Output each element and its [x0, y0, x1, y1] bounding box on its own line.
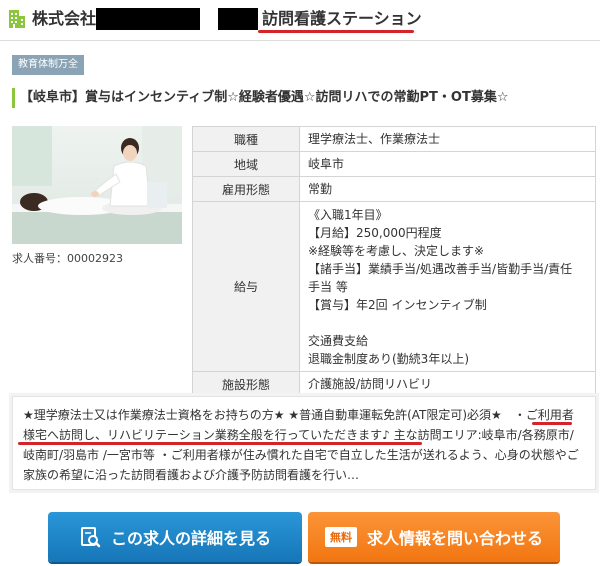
row-value: 常勤 [299, 176, 596, 202]
table-row: 施設形態 介護施設/訪問リハビリ [192, 371, 596, 397]
row-value: 岐阜市 [299, 151, 596, 177]
salary-line: 【賞与】年2回 インセンティブ制 [308, 297, 487, 312]
view-details-button[interactable]: この求人の詳細を見る [48, 512, 302, 562]
page-header: 株式会社 訪問看護ステーション [0, 0, 600, 40]
row-label: 雇用形態 [192, 176, 300, 202]
table-row: 地域 岐阜市 [192, 151, 596, 177]
salary-line: ※経験等を考慮し、決定します※ [308, 243, 485, 258]
salary-line: 【月給】250,000円程度 [308, 225, 442, 240]
company-prefix: 株式会社 [32, 9, 97, 28]
inquire-button[interactable]: 無料 求人情報を問い合わせる [308, 512, 560, 562]
table-row: 雇用形態 常勤 [192, 176, 596, 202]
feature-badge: 教育体制万全 [12, 55, 84, 75]
station-name[interactable]: 訪問看護ステーション [262, 8, 422, 30]
job-title[interactable]: 【岐阜市】賞与はインセンティブ制☆経験者優遇☆訪問リハでの常勤PT・OT募集☆ [20, 88, 509, 108]
job-info-table: 職種 理学療法士、作業療法士 地域 岐阜市 雇用形態 常勤 給与 《入職1年目》… [192, 126, 596, 397]
document-search-icon [80, 527, 101, 548]
job-number: 求人番号：00002923 [12, 252, 123, 265]
row-value: 理学療法士、作業療法士 [299, 126, 596, 152]
redaction-block [96, 8, 200, 30]
table-row: 職種 理学療法士、作業療法士 [192, 126, 596, 152]
salary-line: 交通費支給 [308, 333, 369, 348]
inquire-label: 求人情報を問い合わせる [366, 529, 543, 548]
title-accent-bar [12, 88, 15, 108]
salary-row: 給与 《入職1年目》 【月給】250,000円程度 ※経験等を考慮し、決定します… [192, 201, 596, 372]
row-label: 施設形態 [192, 371, 300, 397]
view-details-label: この求人の詳細を見る [110, 529, 271, 548]
redaction-block [218, 8, 258, 30]
salary-line: 《入職1年目》 [308, 207, 388, 222]
row-label: 地域 [192, 151, 300, 177]
building-icon [9, 10, 25, 28]
free-tag: 無料 [324, 527, 357, 547]
red-underline-annotation [258, 30, 414, 33]
salary-value: 《入職1年目》 【月給】250,000円程度 ※経験等を考慮し、決定します※ 【… [299, 201, 596, 372]
red-underline-annotation [532, 422, 572, 425]
salary-line [308, 314, 587, 332]
row-value: 介護施設/訪問リハビリ [299, 371, 596, 397]
job-photo[interactable] [12, 126, 182, 244]
header-divider [0, 40, 600, 41]
red-underline-annotation [18, 442, 422, 445]
salary-line: 退職金制度あり(勤続3年以上) [308, 351, 469, 366]
row-label: 職種 [192, 126, 300, 152]
salary-line: 手当 等 [308, 279, 348, 294]
row-label: 給与 [192, 201, 300, 372]
salary-line: 【諸手当】業績手当/処遇改善手当/皆勤手当/責任 [308, 261, 573, 276]
